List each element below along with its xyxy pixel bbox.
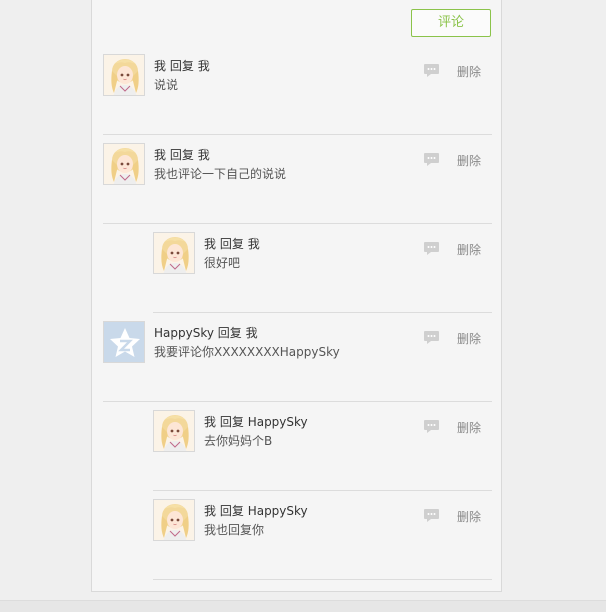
delete-link[interactable]: 删除 <box>457 330 481 347</box>
delete-link[interactable]: 删除 <box>457 508 481 525</box>
speech-bubble-icon[interactable] <box>423 508 440 523</box>
author-name[interactable]: 我 <box>154 148 166 162</box>
delete-link[interactable]: 删除 <box>457 152 481 169</box>
author-name[interactable]: HappySky <box>154 326 214 340</box>
comment-title: HappySky 回复 我 <box>154 325 340 341</box>
avatar-anime-girl[interactable] <box>103 143 145 185</box>
comment-text: 我也回复你 <box>204 523 265 537</box>
speech-bubble-icon[interactable] <box>423 419 440 434</box>
page-footer-strip <box>0 600 606 612</box>
delete-link[interactable]: 删除 <box>457 241 481 258</box>
speech-bubble-icon[interactable] <box>423 63 440 78</box>
target-name[interactable]: 我 <box>248 237 260 251</box>
comment-text: 很好吧 <box>204 256 241 270</box>
author-name[interactable]: 我 <box>154 59 166 73</box>
comment-button[interactable]: 评论 <box>411 9 491 37</box>
comment-text: 我要评论你XXXXXXXXHappySky <box>154 345 340 359</box>
speech-bubble-icon[interactable] <box>423 330 440 345</box>
reply-word: 回复 <box>219 504 244 518</box>
comment-title: 我 回复 HappySky <box>204 414 308 430</box>
reply-item: 我 回复 HappySky 去你妈妈个B 删除 <box>153 401 492 491</box>
target-name[interactable]: 我 <box>246 326 258 340</box>
comment-title: 我 回复 我 <box>154 147 286 163</box>
avatar-default[interactable] <box>103 321 145 363</box>
reply-word: 回复 <box>169 59 194 73</box>
comment-item: 我 回复 我 我也评论一下自己的说说 删除 <box>103 134 492 224</box>
avatar-anime-girl[interactable] <box>103 54 145 96</box>
avatar-anime-girl[interactable] <box>153 499 195 541</box>
reply-item: 我 回复 我 很好吧 删除 <box>153 223 492 313</box>
target-name[interactable]: HappySky <box>248 504 308 518</box>
author-name[interactable]: 我 <box>204 237 216 251</box>
comment-text: 我也评论一下自己的说说 <box>154 167 287 181</box>
avatar-anime-girl[interactable] <box>153 232 195 274</box>
reply-word: 回复 <box>219 237 244 251</box>
comment-title: 我 回复 我 <box>154 58 210 74</box>
reply-word: 回复 <box>219 415 244 429</box>
reply-word: 回复 <box>169 148 194 162</box>
delete-link[interactable]: 删除 <box>457 63 481 80</box>
target-name[interactable]: 我 <box>198 59 210 73</box>
comment-title: 我 回复 我 <box>204 236 260 252</box>
avatar-anime-girl[interactable] <box>153 410 195 452</box>
comment-text: 去你妈妈个B <box>204 434 273 448</box>
comment-panel: 评论 我 回复 我 说说 删除 我 回复 我 我也评论一下自己的说说 删除 我 … <box>91 0 502 592</box>
reply-item: 我 回复 HappySky 我也回复你 删除 <box>153 490 492 580</box>
author-name[interactable]: 我 <box>204 504 216 518</box>
comment-item: 我 回复 我 说说 删除 <box>103 45 492 135</box>
reply-word: 回复 <box>217 326 242 340</box>
speech-bubble-icon[interactable] <box>423 152 440 167</box>
speech-bubble-icon[interactable] <box>423 241 440 256</box>
comment-item: HappySky 回复 我 我要评论你XXXXXXXXHappySky 删除 <box>103 312 492 402</box>
target-name[interactable]: HappySky <box>248 415 308 429</box>
comment-title: 我 回复 HappySky <box>204 503 308 519</box>
author-name[interactable]: 我 <box>204 415 216 429</box>
target-name[interactable]: 我 <box>198 148 210 162</box>
comment-text: 说说 <box>154 78 179 92</box>
delete-link[interactable]: 删除 <box>457 419 481 436</box>
